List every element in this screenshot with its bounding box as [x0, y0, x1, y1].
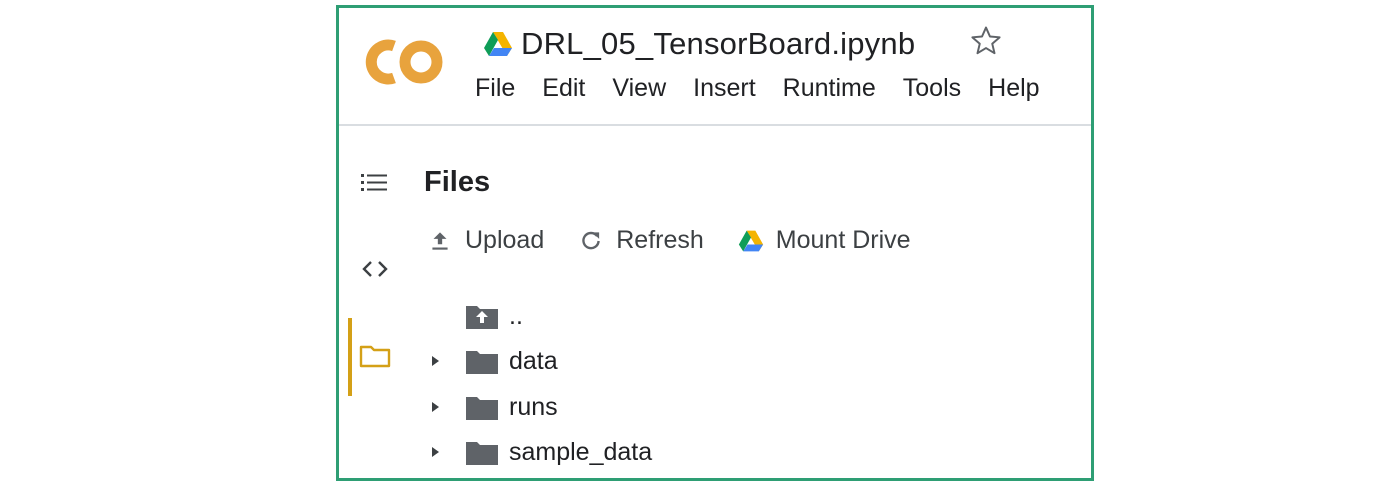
mount-drive-label: Mount Drive [775, 226, 911, 254]
file-name: sample_data [509, 437, 653, 466]
folder-icon [466, 351, 498, 374]
list-item[interactable]: data [423, 341, 558, 381]
colab-window: CO DRL_05_TensorBoard.ipynb File Edit Vi… [336, 5, 1094, 481]
table-of-contents-icon[interactable] [357, 165, 393, 201]
star-outline-icon[interactable] [969, 24, 1003, 58]
header-divider [339, 124, 1091, 126]
folder-icon [466, 442, 498, 465]
list-item[interactable]: runs [423, 387, 558, 427]
colab-logo[interactable]: CO [364, 36, 444, 88]
menu-tools[interactable]: Tools [903, 74, 974, 103]
files-toolbar: Upload Refresh Mount Drive [427, 226, 945, 255]
code-snippets-icon[interactable] [357, 251, 393, 287]
menu-edit[interactable]: Edit [542, 74, 598, 103]
menu-view[interactable]: View [612, 74, 679, 103]
file-name: runs [509, 392, 558, 421]
refresh-button[interactable]: Refresh [578, 226, 704, 255]
notebook-title-row: DRL_05_TensorBoard.ipynb [483, 22, 915, 66]
files-panel-title: Files [424, 166, 491, 198]
file-name: .. [509, 301, 523, 330]
file-name: data [509, 346, 558, 375]
menu-bar: File Edit View Insert Runtime Tools Help [475, 74, 1040, 103]
folder-icon [466, 397, 498, 420]
chevron-right-icon[interactable] [427, 353, 443, 369]
files-folder-icon[interactable] [357, 338, 393, 374]
google-drive-icon[interactable] [483, 31, 513, 57]
active-rail-indicator [348, 318, 352, 396]
list-item[interactable]: .. [423, 296, 523, 336]
notebook-title[interactable]: DRL_05_TensorBoard.ipynb [521, 26, 915, 62]
google-drive-icon [738, 230, 763, 251]
refresh-icon [582, 231, 601, 249]
upload-label: Upload [465, 226, 545, 254]
refresh-label: Refresh [616, 226, 704, 254]
chevron-right-icon[interactable] [427, 444, 443, 460]
parent-folder-icon [466, 306, 498, 329]
list-item[interactable]: sample_data [423, 432, 652, 472]
menu-file[interactable]: File [475, 74, 528, 103]
menu-insert[interactable]: Insert [693, 74, 769, 103]
menu-runtime[interactable]: Runtime [783, 74, 889, 103]
mount-drive-button[interactable]: Mount Drive [738, 226, 911, 255]
menu-help[interactable]: Help [988, 74, 1039, 103]
upload-icon [432, 231, 448, 250]
upload-button[interactable]: Upload [427, 226, 544, 255]
chevron-right-icon[interactable] [427, 399, 443, 415]
